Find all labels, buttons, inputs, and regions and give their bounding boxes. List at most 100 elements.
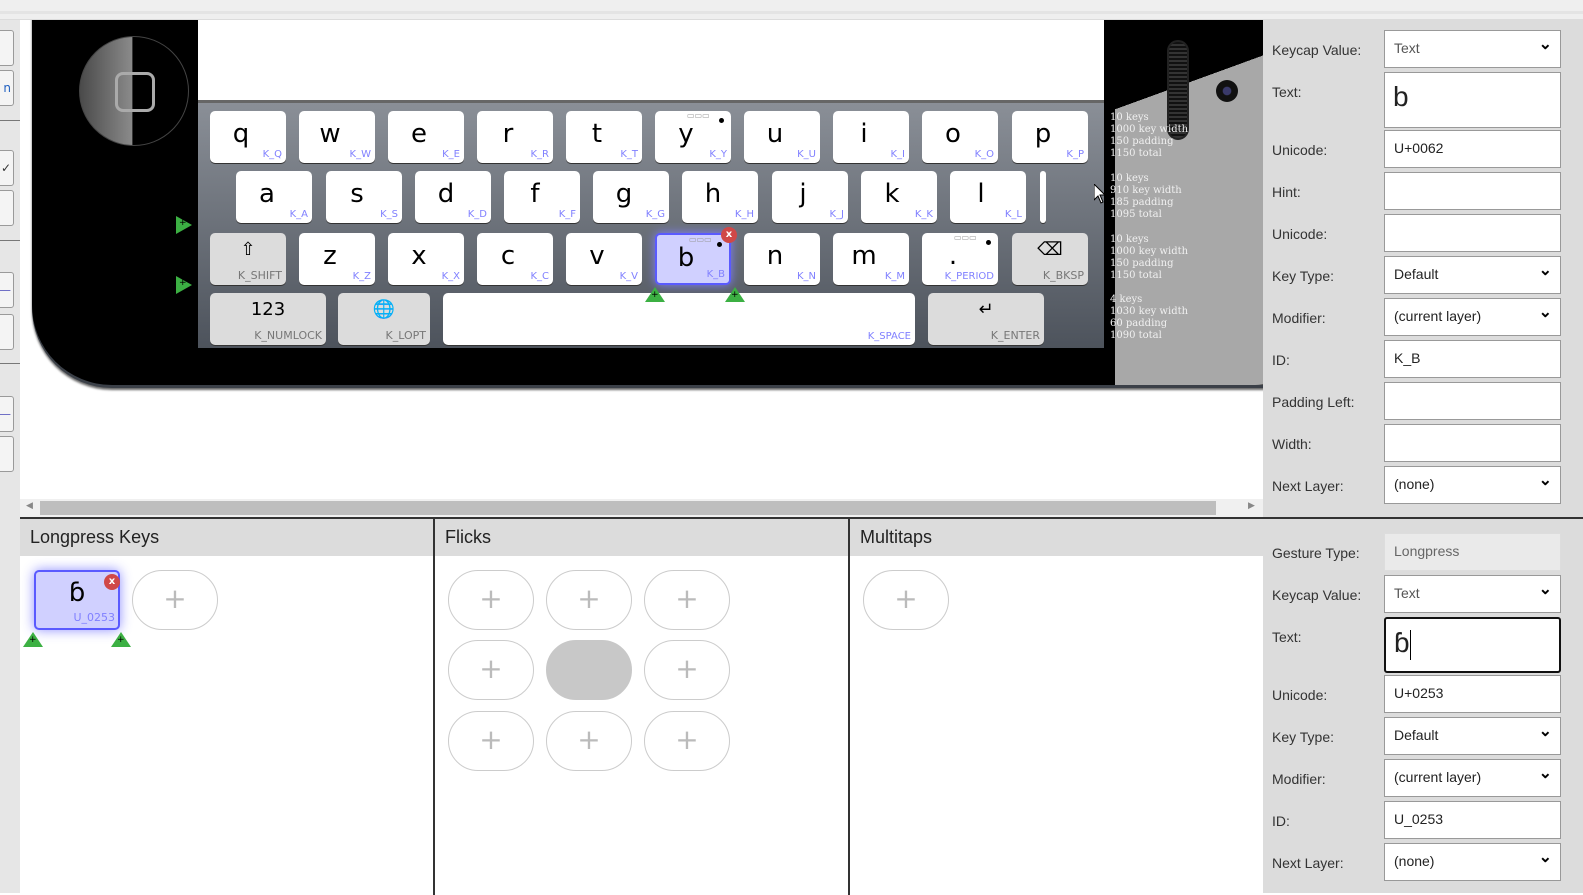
- key-k-x[interactable]: x K_X: [388, 233, 464, 285]
- add-longpress-after-marker-icon[interactable]: +: [111, 632, 131, 647]
- flick-sw-button[interactable]: +: [448, 711, 534, 771]
- key-id: K_G: [645, 209, 665, 220]
- key-k-h[interactable]: h K_H: [682, 171, 758, 223]
- key-id: K_E: [442, 149, 460, 160]
- key-k-lopt[interactable]: 🌐 K_LOPT: [338, 293, 430, 345]
- key-k-b[interactable]: b K_B ▭▭▭ x: [655, 227, 737, 285]
- flick-ne-button[interactable]: +: [644, 570, 730, 630]
- key-k-f[interactable]: f K_F: [504, 171, 580, 223]
- left-field[interactable]: n: [0, 70, 14, 106]
- key-k-i[interactable]: i K_I: [833, 111, 909, 163]
- add-longpress-button[interactable]: +: [132, 570, 218, 630]
- add-key-after-marker-icon[interactable]: +: [725, 287, 745, 302]
- gesture-key-type-select[interactable]: Default: [1384, 717, 1561, 755]
- add-row-marker-icon[interactable]: +: [176, 216, 192, 234]
- hint-input[interactable]: [1384, 172, 1561, 210]
- key-k-o[interactable]: o K_O: [922, 111, 998, 163]
- key-k-period[interactable]: . K_PERIOD ▭▭▭: [922, 233, 998, 285]
- longpress-title: Longpress Keys: [20, 519, 433, 556]
- add-longpress-before-marker-icon[interactable]: +: [23, 632, 43, 647]
- key-k-s[interactable]: s K_S: [326, 171, 402, 223]
- flick-nw-button[interactable]: +: [448, 570, 534, 630]
- longpress-key[interactable]: ɓ U_0253 x: [34, 570, 120, 630]
- gesture-text-label: Text:: [1272, 629, 1302, 645]
- key-k-j[interactable]: j K_J: [772, 171, 848, 223]
- key-k-d[interactable]: d K_D: [415, 171, 491, 223]
- flick-e-button[interactable]: +: [644, 640, 730, 700]
- flick-n-button[interactable]: +: [546, 570, 632, 630]
- gesture-keycap-value-row: Keycap Value: Text: [1263, 575, 1583, 615]
- key-id: K_F: [558, 209, 576, 220]
- key-cap: q: [232, 119, 250, 149]
- key-k-r[interactable]: r K_R: [477, 111, 553, 163]
- key-k-a[interactable]: a K_A: [236, 171, 312, 223]
- horizontal-scrollbar[interactable]: ◀ ▶: [20, 499, 1263, 517]
- flick-w-button[interactable]: +: [448, 640, 534, 700]
- hint-unicode-input[interactable]: [1384, 214, 1561, 252]
- modifier-select[interactable]: (current layer): [1384, 298, 1561, 336]
- key-k-space[interactable]: K_SPACE: [443, 293, 915, 345]
- key-k-c[interactable]: c K_C: [477, 233, 553, 285]
- key-k-t[interactable]: t K_T: [566, 111, 642, 163]
- key-id: K_W: [349, 149, 371, 160]
- gesture-text-input[interactable]: ɓ: [1384, 617, 1561, 673]
- key-k-w[interactable]: w K_W: [299, 111, 375, 163]
- key-k-n[interactable]: n K_N: [744, 233, 820, 285]
- next-layer-select[interactable]: (none): [1384, 466, 1561, 504]
- scroll-left-icon[interactable]: ◀: [26, 501, 33, 511]
- delete-key-icon[interactable]: x: [721, 227, 737, 243]
- left-field[interactable]: [0, 314, 14, 350]
- row-info-3: 10 keys 1000 key width 150 padding 1150 tot…: [1110, 234, 1189, 281]
- gesture-keycap-value-select[interactable]: Text: [1384, 575, 1561, 613]
- gesture-modifier-select[interactable]: (current layer): [1384, 759, 1561, 797]
- delete-longpress-key-icon[interactable]: x: [104, 574, 120, 590]
- flick-se-button[interactable]: +: [644, 711, 730, 771]
- key-k-shift[interactable]: ⇧ K_SHIFT: [210, 233, 286, 285]
- key-id: K_N: [796, 271, 816, 282]
- key-k-bksp[interactable]: ⌫ K_BKSP: [1012, 233, 1088, 285]
- key-k-u[interactable]: u K_U: [744, 111, 820, 163]
- key-k-q[interactable]: q K_Q: [210, 111, 286, 163]
- gesture-id-input[interactable]: U_0253: [1384, 801, 1561, 839]
- key-k-e[interactable]: e K_E: [388, 111, 464, 163]
- left-field[interactable]: —: [0, 272, 14, 308]
- keyboard-canvas: q K_Q w K_W e K_E r K_R t K_T y K_Y ▭▭▭ u K_U i K_I o K_O p…: [20, 20, 1263, 498]
- left-field[interactable]: [0, 436, 14, 472]
- key-id: K_C: [530, 271, 549, 282]
- left-field[interactable]: [0, 190, 14, 226]
- flick-s-button[interactable]: +: [546, 711, 632, 771]
- key-k-g[interactable]: g K_G: [593, 171, 669, 223]
- padding-left-input[interactable]: [1384, 382, 1561, 420]
- scrollbar-thumb[interactable]: [40, 501, 1216, 515]
- key-id: K_O: [974, 149, 994, 160]
- left-field[interactable]: —: [0, 396, 14, 432]
- unicode-input[interactable]: U+0062: [1384, 130, 1561, 168]
- id-input[interactable]: K_B: [1384, 340, 1561, 378]
- padding-left-label: Padding Left:: [1272, 394, 1355, 410]
- key-id: K_D: [467, 209, 487, 220]
- width-input[interactable]: [1384, 424, 1561, 462]
- add-row-marker-icon[interactable]: +: [176, 276, 192, 294]
- key-type-select[interactable]: Default: [1384, 256, 1561, 294]
- add-key-before-marker-icon[interactable]: +: [645, 287, 665, 302]
- key-k-v[interactable]: v K_V: [566, 233, 642, 285]
- add-multitap-button[interactable]: +: [863, 570, 949, 630]
- gesture-unicode-input[interactable]: U+0253: [1384, 675, 1561, 713]
- left-select[interactable]: ✓: [0, 150, 14, 186]
- key-k-k[interactable]: k K_K: [861, 171, 937, 223]
- key-partial[interactable]: [1040, 171, 1046, 223]
- key-k-l[interactable]: l K_L: [950, 171, 1026, 223]
- key-k-numlock[interactable]: 123 K_NUMLOCK: [210, 293, 326, 345]
- key-k-z[interactable]: z K_Z: [299, 233, 375, 285]
- gesture-next-layer-select[interactable]: (none): [1384, 843, 1561, 881]
- keycap-value-select[interactable]: Text: [1384, 30, 1561, 68]
- text-input[interactable]: b: [1384, 72, 1561, 128]
- scroll-right-icon[interactable]: ▶: [1248, 501, 1255, 511]
- key-k-m[interactable]: m K_M: [833, 233, 909, 285]
- keycap-value-label: Keycap Value:: [1272, 42, 1362, 58]
- key-k-enter[interactable]: ↵ K_ENTER: [928, 293, 1044, 345]
- left-field[interactable]: [0, 30, 14, 66]
- key-cap: z: [323, 241, 337, 271]
- key-k-y[interactable]: y K_Y ▭▭▭: [655, 111, 731, 163]
- key-k-p[interactable]: p K_P: [1012, 111, 1088, 163]
